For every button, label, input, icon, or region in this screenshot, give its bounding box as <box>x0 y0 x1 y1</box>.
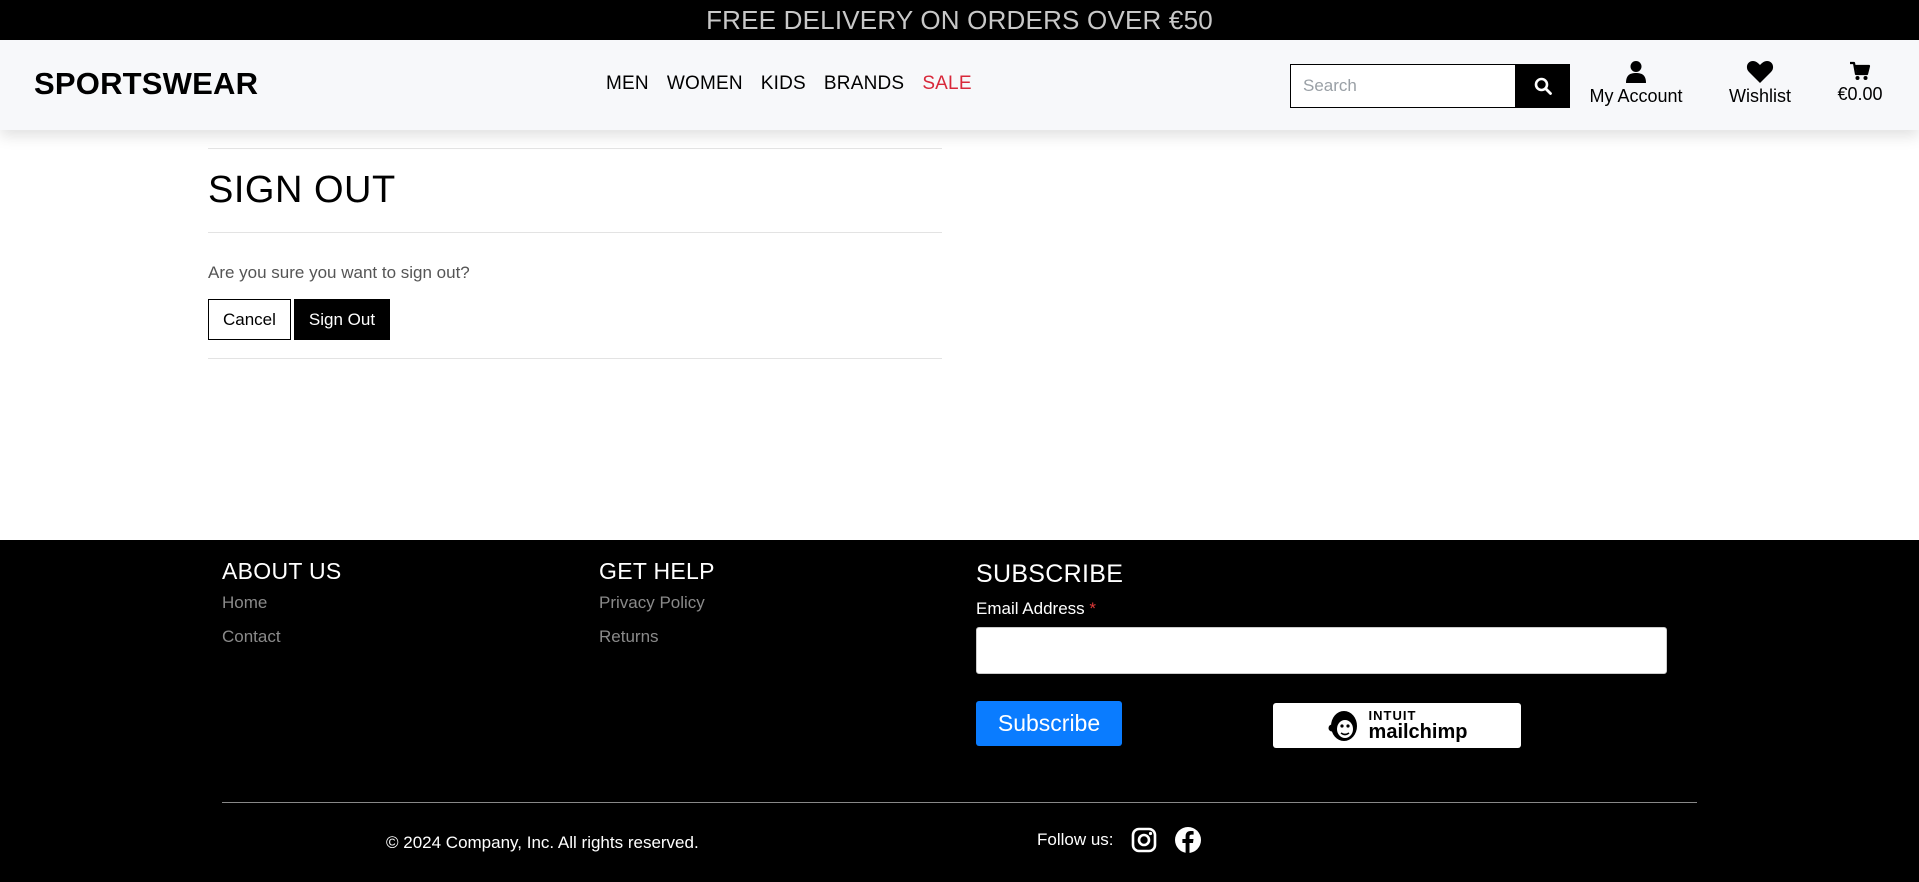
my-account-label: My Account <box>1589 86 1683 106</box>
divider <box>208 148 942 149</box>
sign-out-button[interactable]: Sign Out <box>293 299 391 340</box>
cart-total: €0.00 <box>1837 84 1883 104</box>
email-field[interactable] <box>976 627 1667 674</box>
nav-item-kids[interactable]: KIDS <box>761 73 806 95</box>
user-icon <box>1626 61 1646 83</box>
footer-subscribe: SUBSCRIBE Email Address * Subscribe INTU… <box>976 560 1667 748</box>
search-button[interactable] <box>1515 64 1570 108</box>
cart-icon <box>1850 61 1871 80</box>
wishlist-link[interactable]: Wishlist <box>1720 60 1800 107</box>
follow-us: Follow us: <box>1037 826 1218 854</box>
main-nav: MEN WOMEN KIDS BRANDS SALE <box>606 73 990 95</box>
subscribe-button[interactable]: Subscribe <box>976 701 1122 746</box>
divider <box>208 232 942 233</box>
footer-divider <box>222 802 1697 803</box>
footer-link-contact[interactable]: Contact <box>222 627 342 647</box>
wishlist-label: Wishlist <box>1729 86 1791 106</box>
search-form <box>1290 64 1570 108</box>
search-icon <box>1534 77 1552 95</box>
footer-link-returns[interactable]: Returns <box>599 627 715 647</box>
site-header: SPORTSWEAR MEN WOMEN KIDS BRANDS SALE My… <box>0 40 1919 130</box>
search-input[interactable] <box>1290 64 1515 108</box>
signout-confirm-text: Are you sure you want to sign out? <box>208 263 470 282</box>
site-footer: ABOUT US Home Contact GET HELP Privacy P… <box>0 540 1919 882</box>
subscribe-heading: SUBSCRIBE <box>976 560 1124 588</box>
heart-icon <box>1746 61 1774 83</box>
signout-actions: Cancel Sign Out <box>208 299 942 340</box>
mailchimp-badge[interactable]: INTUIT mailchimp <box>1273 703 1521 748</box>
footer-help: GET HELP Privacy Policy Returns <box>599 558 715 661</box>
mailchimp-wordmark: INTUIT mailchimp <box>1369 709 1468 742</box>
email-label: Email Address * <box>976 599 1096 618</box>
divider <box>208 358 942 359</box>
signout-panel: SIGN OUT Are you sure you want to sign o… <box>208 148 942 359</box>
instagram-link[interactable] <box>1130 826 1158 854</box>
nav-item-sale[interactable]: SALE <box>922 73 971 95</box>
copyright-text: © 2024 Company, Inc. All rights reserved… <box>386 833 699 852</box>
facebook-link[interactable] <box>1174 826 1202 854</box>
nav-item-brands[interactable]: BRANDS <box>824 73 904 95</box>
cancel-button[interactable]: Cancel <box>208 299 291 340</box>
email-label-text: Email Address <box>976 599 1085 618</box>
instagram-icon <box>1131 827 1156 853</box>
cart-link[interactable]: €0.00 <box>1830 60 1890 105</box>
facebook-icon <box>1174 827 1201 853</box>
page-title: SIGN OUT <box>208 169 396 211</box>
follow-label: Follow us: <box>1037 830 1114 849</box>
mailchimp-word: mailchimp <box>1368 721 1468 743</box>
footer-help-heading: GET HELP <box>599 558 715 584</box>
announcement-text: FREE DELIVERY ON ORDERS OVER €50 <box>706 5 1213 35</box>
my-account-link[interactable]: My Account <box>1586 60 1686 107</box>
announcement-bar: FREE DELIVERY ON ORDERS OVER €50 <box>0 0 1919 40</box>
footer-link-privacy-policy[interactable]: Privacy Policy <box>599 593 715 613</box>
nav-item-men[interactable]: MEN <box>606 73 649 95</box>
nav-item-women[interactable]: WOMEN <box>667 73 743 95</box>
required-mark: * <box>1089 599 1097 618</box>
footer-about-heading: ABOUT US <box>222 558 342 584</box>
mailchimp-logo-icon <box>1328 710 1357 741</box>
footer-link-home[interactable]: Home <box>222 593 342 613</box>
footer-about: ABOUT US Home Contact <box>222 558 342 661</box>
site-logo[interactable]: SPORTSWEAR <box>34 66 258 102</box>
